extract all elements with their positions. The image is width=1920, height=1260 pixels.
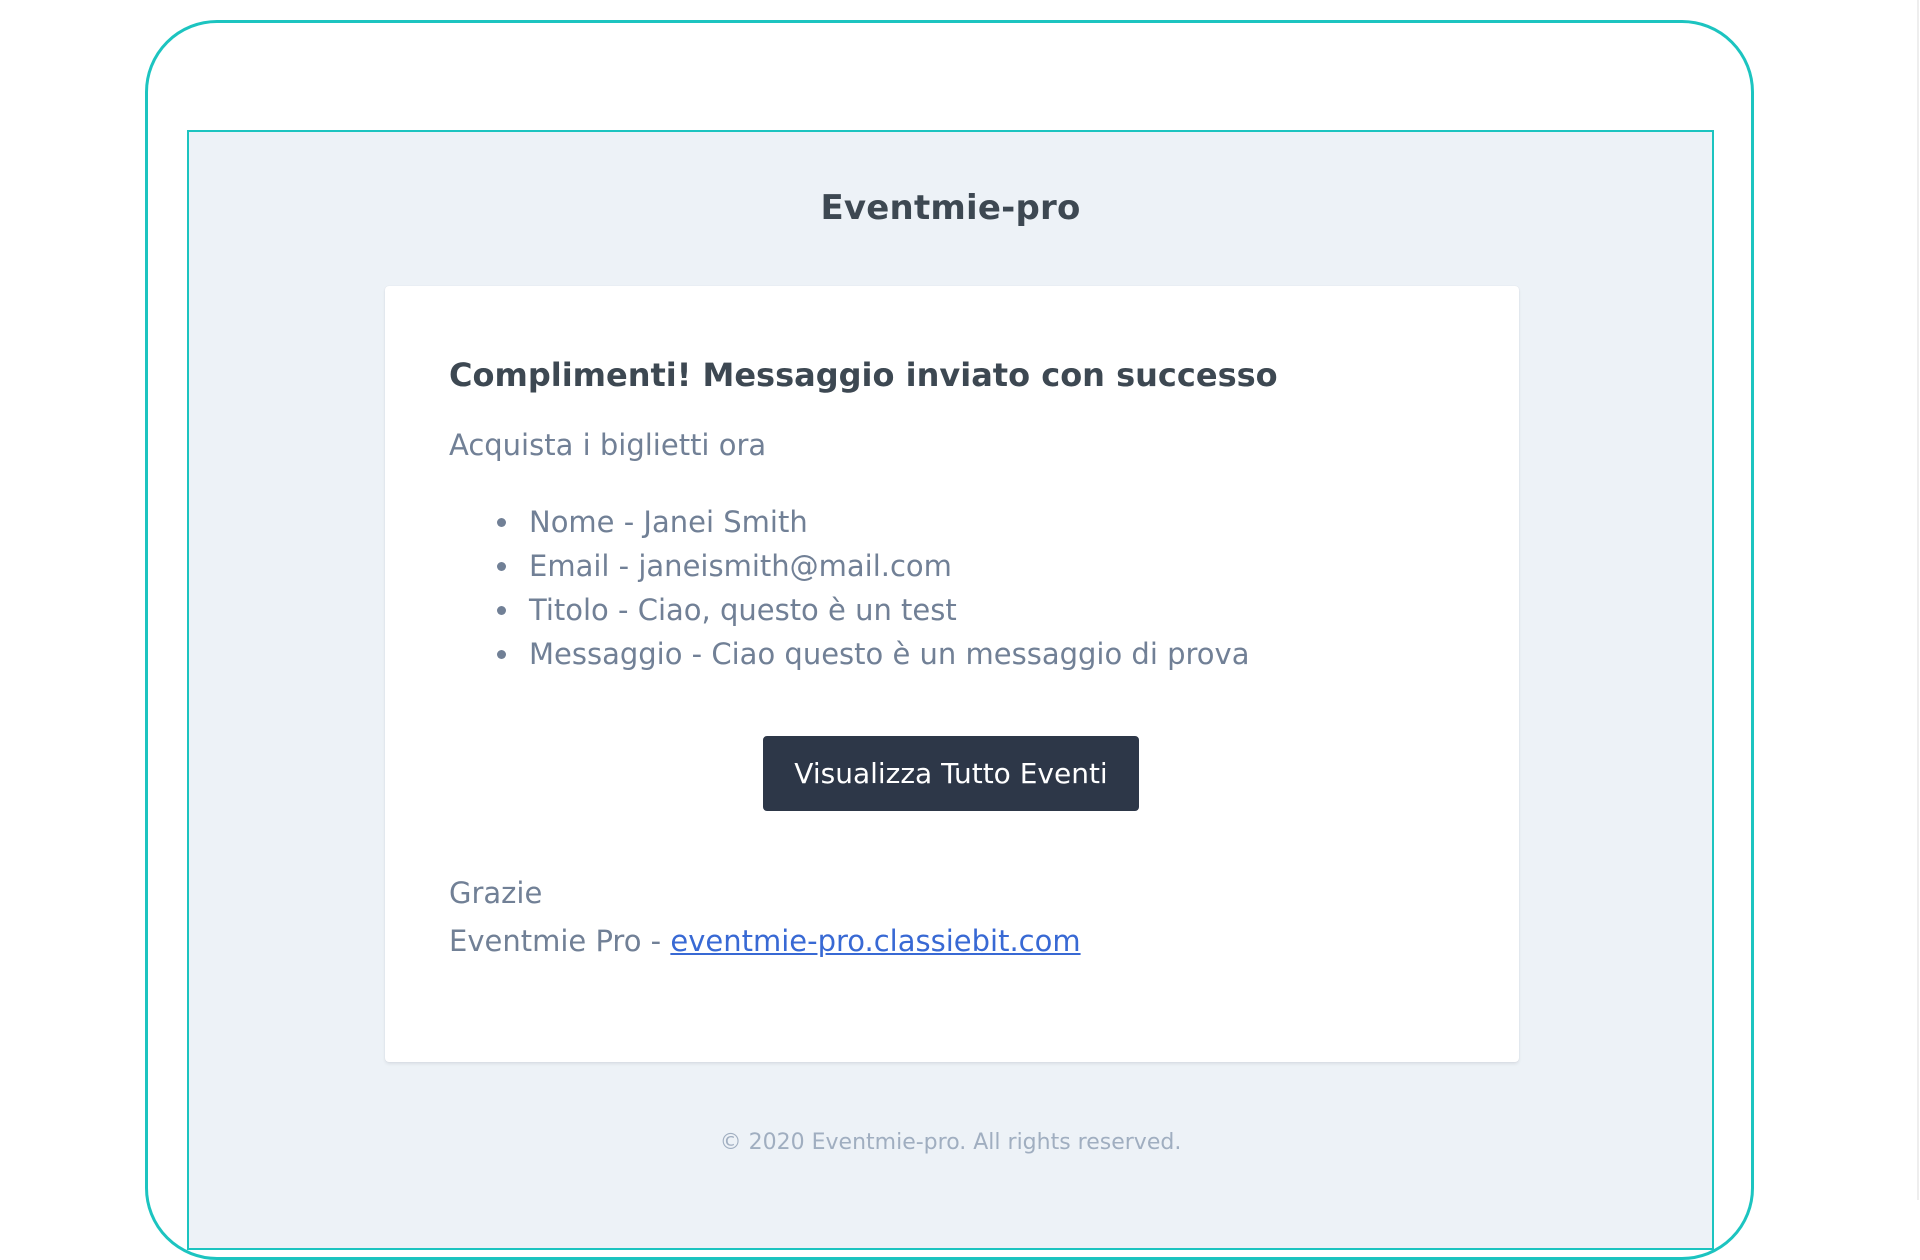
bullet-icon <box>497 518 506 527</box>
email-footer: © 2020 Eventmie-pro. All rights reserved… <box>719 1130 1182 1155</box>
bullet-icon <box>497 650 506 659</box>
website-link[interactable]: eventmie-pro.classiebit.com <box>670 924 1080 958</box>
detail-message: Messaggio - Ciao questo è un messaggio d… <box>449 632 1249 676</box>
email-brand-header[interactable]: Eventmie-pro <box>189 188 1712 228</box>
thanks-text: Grazie <box>449 876 543 910</box>
detail-subject-text: Titolo - Ciao, questo è un test <box>529 593 957 627</box>
signature-prefix: Eventmie Pro - <box>449 924 671 958</box>
detail-name: Nome - Janei Smith <box>449 500 1249 544</box>
window-edge <box>1917 0 1919 1200</box>
detail-subject: Titolo - Ciao, questo è un test <box>449 588 1249 632</box>
detail-name-text: Nome - Janei Smith <box>529 505 808 539</box>
bullet-icon <box>497 562 506 571</box>
detail-message-text: Messaggio - Ciao questo è un messaggio d… <box>529 637 1250 671</box>
email-intro: Acquista i biglietti ora <box>449 428 767 462</box>
bullet-icon <box>497 606 506 615</box>
view-all-events-button[interactable]: Visualizza Tutto Eventi <box>763 736 1139 811</box>
message-details-list: Nome - Janei Smith Email - janeismith@ma… <box>449 500 1249 676</box>
email-preview: Eventmie-pro Complimenti! Messaggio invi… <box>187 130 1714 1250</box>
detail-email-text: Email - janeismith@mail.com <box>529 549 952 583</box>
email-body-card: Complimenti! Messaggio inviato con succe… <box>385 286 1519 1062</box>
detail-email: Email - janeismith@mail.com <box>449 544 1249 588</box>
email-title: Complimenti! Messaggio inviato con succe… <box>449 356 1278 394</box>
signature: Eventmie Pro - eventmie-pro.classiebit.c… <box>449 924 1081 958</box>
